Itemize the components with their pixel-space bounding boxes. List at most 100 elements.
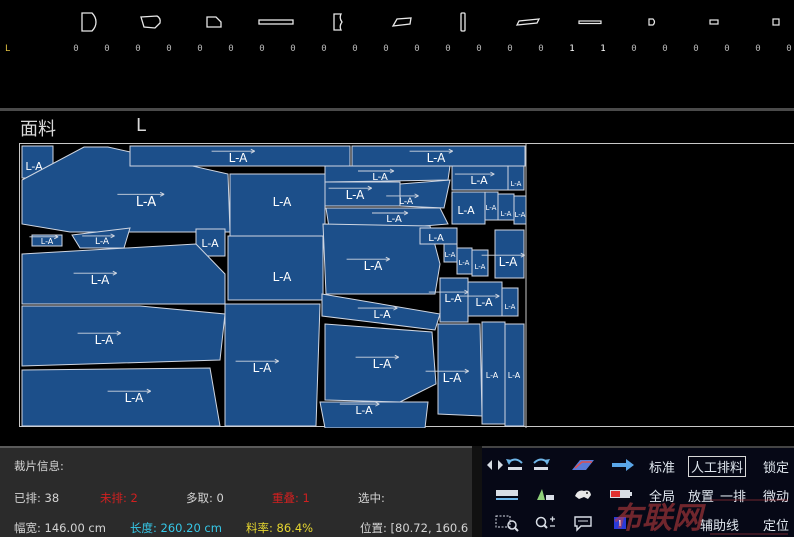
pattern-piece[interactable]: L-A [324,323,437,403]
pattern-piece[interactable]: L-A [504,323,525,427]
place-button[interactable]: 放置 [688,486,714,505]
piece-count: 0 [197,44,203,54]
piece-count: 0 [445,44,451,54]
piece-slot[interactable] [447,0,479,70]
battery-icon[interactable] [606,483,636,505]
thin-band-piece-icon [574,8,606,36]
piece-label: L-A [91,273,111,287]
piece-count: 0 [259,44,265,54]
lock-button[interactable]: 锁定 [763,457,789,476]
piece-count: 0 [352,44,358,54]
pattern-piece[interactable]: L-A [227,235,324,301]
marker-canvas[interactable]: L-A L-A L-A L-A L-A L-A L-A L-A L-A L-A L-A L-A L-A L… [19,143,794,428]
tools-icon[interactable] [530,483,560,505]
layout-bar-icon[interactable] [492,483,522,505]
move-right-arrow-icon[interactable] [608,454,638,476]
piece-slot[interactable] [258,0,294,70]
piece-count: 0 [507,44,513,54]
pattern-piece[interactable]: L-A [456,247,473,275]
pattern-piece[interactable]: L-A [419,227,458,245]
pattern-piece[interactable]: L-A [484,191,499,221]
piece-info-title: 裁片信息: [14,459,64,473]
piece-count: 0 [755,44,761,54]
piece-slot[interactable] [322,0,354,70]
pattern-piece[interactable]: L-A [507,165,525,191]
piece-slot[interactable] [512,0,544,70]
piece-label: L-A [253,361,273,375]
pattern-piece[interactable]: L-A [481,321,506,425]
piece-label: L-A [95,237,110,247]
piece-count: 0 [290,44,296,54]
piece-label: L-A [201,237,219,250]
piece-label: L-A [273,270,293,284]
piece-slot[interactable] [574,0,606,70]
pattern-piece[interactable]: L-A [324,181,401,207]
size-label: L [5,44,11,54]
piece-count: 1 [569,44,575,54]
small-piece-icon [636,8,668,36]
piece-count: 0 [135,44,141,54]
pattern-piece[interactable]: L-A [513,195,527,225]
piece-slot[interactable] [386,0,418,70]
rotate-cw-icon[interactable] [526,454,556,476]
piece-slot[interactable] [636,0,668,70]
speech-bubble-icon[interactable] [568,512,598,534]
piece-label: L-A [475,263,486,271]
piece-label: L-A [95,333,115,347]
pattern-piece[interactable]: L-A [21,243,226,305]
marker-layout[interactable]: L-AL-AL-A L-AL-A L-A L-AL-AL-AL-A L-AL-AL-A L… [20,144,794,428]
info-square-icon[interactable] [606,512,636,534]
piece-count: 0 [383,44,389,54]
pattern-piece[interactable]: L-A [21,305,226,367]
pattern-piece[interactable]: L-A [451,191,486,225]
slanted-band-piece-icon [512,8,544,36]
piece-label: L-A [125,391,145,405]
zoom-plus-minus-icon[interactable] [530,512,560,534]
animal-icon[interactable] [568,483,598,505]
nudge-button[interactable]: 微动 [763,486,789,505]
piece-label: L-A [41,237,54,246]
cursor-position: 位置: [80.72, 160.6 [360,521,469,535]
pattern-piece[interactable]: L-A [501,287,519,317]
pattern-piece[interactable]: L-A [471,249,489,277]
pattern-piece[interactable]: L-A [443,243,458,263]
piece-label: L-A [470,174,488,187]
piece-slot[interactable] [760,0,792,70]
pattern-piece[interactable]: L-A [129,145,351,167]
piece-count: 1 [600,44,606,54]
utilization-rate: 料率: 86.4% [246,521,314,535]
sleeve-piece-icon [135,8,167,36]
pattern-piece[interactable]: L-A [29,234,63,247]
position-button[interactable]: 定位 [763,515,789,534]
pattern-piece[interactable]: L-A [351,145,526,167]
pattern-piece[interactable]: L-A [319,401,429,428]
manual-marker-button[interactable]: 人工排料 [688,456,747,477]
piece-slot[interactable] [698,0,730,70]
pattern-piece[interactable]: L-A [324,165,451,183]
tiny-square-piece-icon [760,8,792,36]
flip-piece-icon[interactable] [568,454,598,476]
piece-count: 0 [786,44,792,54]
pattern-piece[interactable]: L-A [21,367,221,427]
piece-slot[interactable] [198,0,230,70]
guide-line-button[interactable]: 辅助线 [700,515,739,534]
piece-slot[interactable] [73,0,105,70]
pattern-piece[interactable]: L-A [497,193,515,221]
tool-panel: 标准 人工排料 锁定 全局 放置 一排 微动 辅助线 定位 [482,446,794,537]
zoom-window-icon[interactable] [492,512,522,534]
global-button[interactable]: 全局 [649,486,675,505]
piece-count: 0 [321,44,327,54]
piece-label: L-A [229,151,249,165]
marker-length: 长度: 260.20 cm [130,521,222,535]
pattern-piece[interactable]: L-A [451,165,509,191]
piece-label: L-A [445,251,456,259]
standard-mode-button[interactable]: 标准 [649,457,675,476]
piece-slot[interactable] [135,0,167,70]
pattern-piece[interactable]: L-A [224,303,321,427]
multi-take-count: 多取: 0 [186,491,224,505]
piece-label: L-A [373,357,393,371]
single-row-button[interactable]: 一排 [720,486,746,505]
piece-count: 0 [476,44,482,54]
piece-label: L-A [511,180,522,188]
pattern-piece[interactable]: L-A [229,173,326,237]
